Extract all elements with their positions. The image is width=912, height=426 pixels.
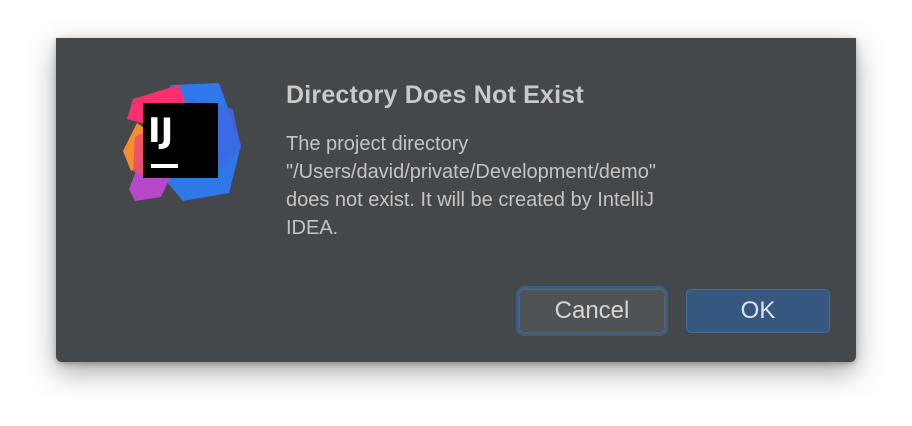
cancel-button[interactable]: Cancel (519, 289, 665, 333)
message-line: "/Users/david/private/Development/demo" (286, 161, 656, 183)
directory-not-exist-dialog: IJ Directory Does Not Exist The project … (56, 38, 856, 362)
message-line: does not exist. It will be created by In… (286, 189, 654, 211)
ok-button[interactable]: OK (686, 289, 830, 333)
logo-text: IJ (148, 111, 173, 151)
intellij-idea-logo-icon: IJ (121, 79, 241, 204)
dialog-title: Directory Does Not Exist (286, 81, 584, 109)
message-line: IDEA. (286, 217, 339, 239)
message-line: The project directory (286, 133, 469, 155)
dialog-message: The project directory "/Users/david/priv… (286, 130, 776, 242)
